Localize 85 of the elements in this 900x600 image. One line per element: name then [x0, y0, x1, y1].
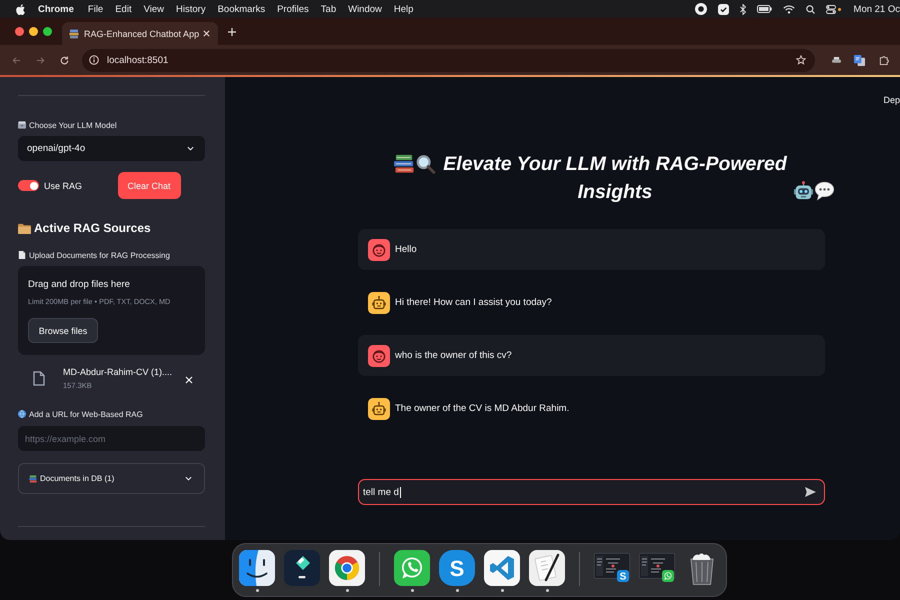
ribbon-app-icon[interactable]	[484, 550, 520, 586]
robot-icon	[793, 181, 814, 201]
magnifier-icon	[415, 154, 436, 174]
speech-bubble-icon	[814, 181, 835, 201]
file-box-icon	[18, 121, 26, 129]
back-arrow-icon[interactable]	[12, 56, 21, 64]
menu-item[interactable]: Bookmarks	[218, 4, 266, 14]
text-cursor	[400, 486, 401, 498]
extensions-icon[interactable]	[879, 55, 889, 65]
clock[interactable]: Mon 21 Oc	[854, 4, 900, 14]
search-icon[interactable]	[806, 4, 815, 14]
chevron-down-icon	[187, 146, 194, 151]
browse-files-button[interactable]: Browse files	[28, 318, 98, 343]
letter-app-icon[interactable]: S	[439, 550, 475, 586]
close-tab-icon[interactable]	[203, 30, 210, 37]
globe-icon	[18, 410, 26, 418]
indicator-dot-icon	[838, 8, 841, 10]
page-icon	[18, 251, 26, 259]
address-bar[interactable]: localhost:8501	[82, 48, 815, 72]
browser-tab[interactable]: RAG-Enhanced Chatbot App	[62, 22, 218, 45]
chevron-icon	[185, 476, 192, 481]
books-icon	[29, 474, 37, 482]
battery-icon[interactable]	[756, 5, 772, 13]
letter-badge-icon: S	[617, 570, 629, 583]
window-thumbnail-icon[interactable]	[639, 553, 675, 579]
phone-bubble-badge-icon	[662, 570, 674, 582]
control-center-icon[interactable]	[826, 4, 836, 14]
menu-item[interactable]: File	[88, 4, 104, 14]
message-text: Hello	[395, 244, 417, 255]
field-label: Choose Your LLM Model	[29, 120, 117, 130]
record-icon[interactable]	[694, 3, 707, 15]
phone-bubble-app-icon[interactable]	[394, 550, 430, 586]
window-zoom-button[interactable]	[43, 27, 52, 36]
page-title: Elevate Your LLM with RAG-Powered Insights	[442, 152, 788, 205]
model-select[interactable]: openai/gpt-4o	[18, 136, 205, 161]
file-name: MD-Abdur-Rahim-CV (1)....	[63, 366, 172, 378]
reload-icon[interactable]	[60, 56, 69, 64]
forward-arrow-icon[interactable]	[36, 56, 45, 64]
bookmark-star-icon[interactable]	[796, 55, 806, 65]
face-avatar-icon	[368, 238, 390, 260]
menu-item[interactable]: View	[144, 4, 164, 14]
toggle-label: Use RAG	[44, 180, 82, 190]
info-icon[interactable]	[89, 55, 99, 65]
menu-item[interactable]: Tab	[320, 4, 336, 14]
folder-icon	[18, 222, 31, 234]
field-label: Add a URL for Web-Based RAG	[29, 410, 143, 418]
window-close-button[interactable]	[15, 27, 24, 36]
check-badge-icon[interactable]	[718, 4, 729, 14]
rag-toggle[interactable]	[18, 180, 39, 191]
message-text: The owner of the CV is MD Abdur Rahim.	[395, 403, 570, 414]
remove-file-icon[interactable]	[185, 376, 193, 384]
diamond-app-icon[interactable]	[284, 550, 320, 586]
message-text: who is the owner of this cv?	[395, 350, 512, 361]
menu-item[interactable]: Edit	[115, 4, 132, 14]
pen-paper-app-icon[interactable]	[529, 550, 565, 586]
window-thumbnail-icon[interactable]	[594, 553, 630, 579]
field-label: Upload Documents for RAG Processing	[29, 250, 170, 260]
color-ring-app-icon[interactable]	[329, 550, 365, 586]
menu-item[interactable]: Help	[394, 4, 414, 14]
two-tone-face-app-icon[interactable]	[239, 550, 275, 586]
file-icon	[33, 370, 45, 386]
dropzone-title: Drag and drop files here	[28, 279, 130, 291]
menu-item[interactable]: Window	[348, 4, 382, 14]
books-favicon-icon	[69, 28, 79, 38]
translate-icon[interactable]	[854, 54, 865, 66]
bluetooth-icon[interactable]	[740, 4, 746, 14]
documents-expander[interactable]: Documents in DB (1)	[18, 463, 205, 494]
menu-item[interactable]: History	[176, 4, 206, 14]
printer-icon[interactable]	[832, 56, 841, 64]
robot-avatar-icon	[368, 398, 390, 420]
url-input[interactable]: https://example.com	[18, 426, 205, 451]
apple-logo-icon[interactable]	[16, 4, 25, 14]
send-icon[interactable]	[805, 487, 816, 497]
window-minimize-button[interactable]	[29, 27, 38, 36]
face-avatar-icon	[368, 344, 390, 366]
deploy-button[interactable]: Dep	[883, 95, 900, 105]
app-menu[interactable]: Chrome	[38, 4, 74, 14]
robot-avatar-icon	[368, 292, 390, 314]
message-text: Hi there! How can I assist you today?	[395, 297, 552, 308]
chat-input[interactable]: tell me d	[358, 479, 825, 505]
menu-item[interactable]: Profiles	[277, 4, 309, 14]
wifi-icon[interactable]	[782, 4, 795, 14]
section-heading: Active RAG Sources	[34, 221, 151, 235]
books-icon	[394, 154, 415, 174]
new-tab-icon[interactable]	[228, 28, 236, 36]
